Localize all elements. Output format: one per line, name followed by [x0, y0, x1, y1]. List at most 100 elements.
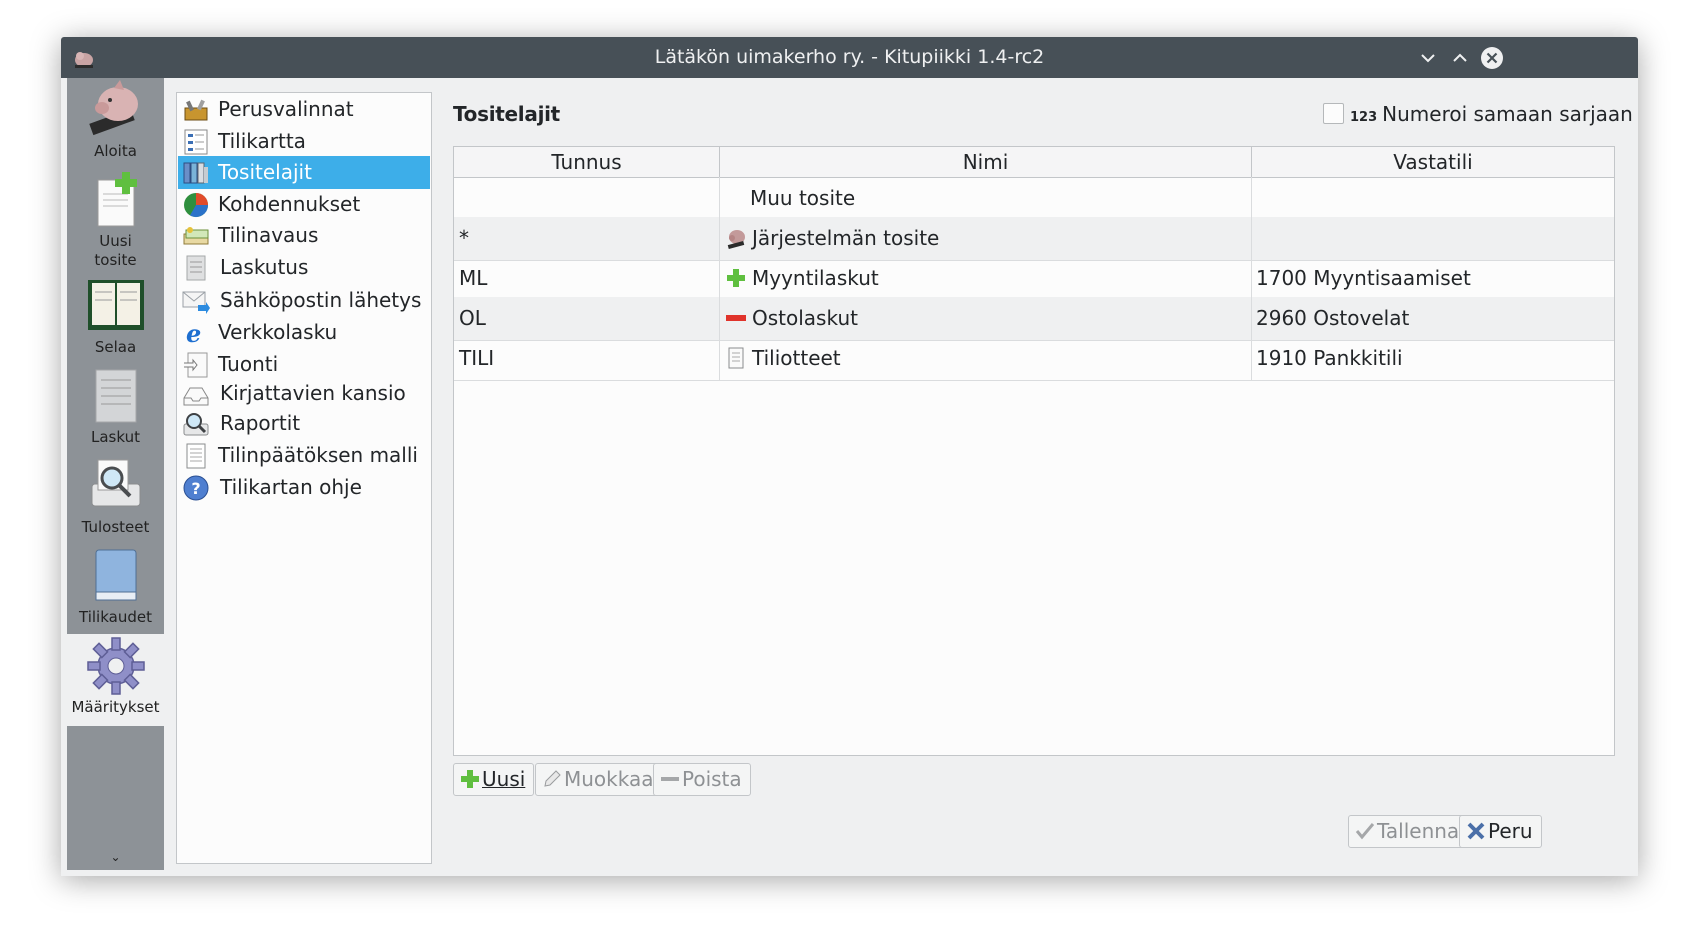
cell-tunnus: OL [454, 297, 720, 340]
nav-item-verkkolasku[interactable]: e Verkkolasku [178, 316, 430, 349]
e-invoice-icon: e [186, 319, 201, 347]
nav-item-tilikartta[interactable]: Tilikartta [178, 125, 430, 158]
cell-nimi-text: Tiliotteet [752, 346, 841, 370]
cell-nimi: Ostolaskut [720, 297, 1252, 340]
money-icon [183, 227, 209, 245]
column-header-tunnus[interactable]: Tunnus [454, 147, 720, 177]
piggy-icon [727, 230, 745, 249]
cell-nimi: Muu tosite [720, 177, 1252, 220]
sidebar-label-maaritykset: Määritykset [71, 698, 160, 716]
nav-item-perusvalinnat[interactable]: Perusvalinnat [178, 93, 430, 126]
column-header-nimi[interactable]: Nimi [720, 147, 1252, 177]
cell-nimi: Järjestelmän tosite [720, 217, 1252, 260]
title-bar[interactable]: Lätäkön uimakerho ry. - Kitupiikki 1.4-r… [61, 37, 1638, 78]
close-button[interactable] [1479, 45, 1505, 71]
nav-label: Sähköpostin lähetys [220, 288, 422, 312]
sidebar-label-selaa: Selaa [94, 338, 137, 356]
app-window: Lätäkön uimakerho ry. - Kitupiikki 1.4-r… [61, 37, 1638, 876]
edit-button[interactable]: Muokkaa [535, 763, 663, 796]
svg-text:e: e [186, 319, 201, 347]
sidebar-item-aloita[interactable]: Aloita [67, 78, 164, 168]
page-title: Tositelajit [453, 102, 560, 126]
main-sidebar: Aloita Uusi tosite Selaa Laskut Tulostee… [67, 78, 164, 870]
cell-vastatili [1252, 217, 1614, 260]
nav-item-sahkopostin-lahetys[interactable]: Sähköpostin lähetys [178, 284, 430, 317]
table-row[interactable]: OL Ostolaskut 2960 Ostovelat [454, 297, 1614, 341]
cancel-button-label: Peru [1488, 819, 1533, 843]
nav-label: Tilikartan ohje [220, 475, 362, 499]
nav-label: Kirjattavien kansio [220, 381, 406, 405]
sidebar-item-laskut[interactable]: Laskut [67, 364, 164, 454]
chevron-down-icon [1421, 54, 1435, 63]
nav-item-tilinpaatoksen-malli[interactable]: Tilinpäätöksen malli [178, 439, 430, 472]
cell-vastatili [1252, 177, 1614, 220]
document-icon [186, 443, 206, 469]
nav-item-tilinavaus[interactable]: Tilinavaus [178, 219, 430, 252]
table-row[interactable]: * Järjestelmän tosite [454, 217, 1614, 261]
nav-label: Perusvalinnat [218, 97, 354, 121]
gear-icon [86, 637, 145, 695]
nav-label: Tilinpäätöksen malli [218, 443, 418, 467]
sidebar-more-button[interactable]: ⌄ [67, 850, 164, 864]
nav-item-kirjattavien-kansio[interactable]: Kirjattavien kansio [178, 377, 430, 410]
nav-item-kohdennukset[interactable]: Kohdennukset [178, 188, 430, 221]
report-icon [183, 413, 209, 436]
account-chart-icon [184, 129, 208, 155]
invoice-icon [186, 255, 206, 281]
book-icon [95, 549, 136, 601]
settings-nav-list: Perusvalinnat Tilikartta Tositelajit Koh… [176, 92, 432, 864]
cell-vastatili: 2960 Ostovelat [1256, 306, 1410, 330]
nav-label: Verkkolasku [218, 320, 338, 344]
cancel-button[interactable]: Peru [1459, 815, 1542, 848]
sidebar-item-selaa[interactable]: Selaa [67, 274, 164, 364]
checkmark-icon [1355, 823, 1375, 840]
cell-nimi-text: Järjestelmän tosite [752, 226, 940, 250]
nav-label: Tositelajit [218, 160, 312, 184]
nav-item-raportit[interactable]: Raportit [178, 407, 430, 440]
cell-tunnus [454, 177, 720, 220]
piggy-bank-icon [88, 80, 138, 136]
sidebar-item-tulosteet[interactable]: Tulosteet [67, 454, 164, 544]
nav-item-tositelajit[interactable]: Tositelajit [178, 156, 430, 189]
nav-label: Kohdennukset [218, 192, 361, 216]
sidebar-item-maaritykset[interactable]: Määritykset [67, 634, 164, 726]
edit-button-label: Muokkaa [564, 767, 654, 791]
numeroi-checkbox[interactable]: 123 Numeroi samaan sarjaan [1323, 99, 1633, 129]
nav-item-laskutus[interactable]: Laskutus [178, 251, 430, 284]
checkbox-box[interactable] [1323, 103, 1344, 124]
delete-button[interactable]: Poista [653, 763, 751, 796]
maximize-button[interactable] [1447, 45, 1473, 71]
statement-icon [728, 347, 744, 369]
window-title: Lätäkön uimakerho ry. - Kitupiikki 1.4-r… [654, 46, 1045, 68]
numbering-123-icon: 123 [1350, 110, 1378, 125]
cell-nimi-text: Muu tosite [750, 186, 856, 210]
save-button[interactable]: Tallenna [1348, 815, 1469, 848]
minus-icon [661, 777, 679, 781]
sidebar-item-tilikaudet[interactable]: Tilikaudet [67, 544, 164, 634]
delete-button-label: Poista [682, 767, 742, 791]
mail-send-icon [182, 291, 210, 314]
minus-icon [726, 315, 746, 321]
nav-item-tilikartan-ohje[interactable]: ? Tilikartan ohje [178, 471, 430, 504]
new-button[interactable]: Uusi [453, 763, 535, 796]
sidebar-label-uusi-tosite: Uusi tosite [94, 232, 137, 269]
help-icon: ? [183, 475, 209, 501]
import-icon [184, 352, 208, 378]
cell-nimi: Tiliotteet [720, 337, 1252, 380]
table-row[interactable]: Muu tosite [454, 177, 1614, 221]
nav-label: Laskutus [220, 255, 309, 279]
sidebar-label-tilikaudet: Tilikaudet [79, 608, 152, 626]
voucher-types-table[interactable]: Tunnus Nimi Vastatili Muu tosite * Järje… [453, 146, 1615, 756]
minimize-button[interactable] [1415, 45, 1441, 71]
sidebar-item-uusi-tosite[interactable]: Uusi tosite [67, 168, 164, 269]
cancel-x-icon [1467, 822, 1485, 840]
table-row[interactable]: ML Myyntilaskut 1700 Myyntisaamiset [454, 257, 1614, 301]
svg-text:?: ? [191, 479, 200, 498]
toolbox-icon [184, 99, 208, 121]
ledger-book-icon [87, 280, 144, 330]
column-header-vastatili[interactable]: Vastatili [1252, 147, 1614, 177]
cell-nimi-text: Myyntilaskut [752, 266, 879, 290]
table-header: Tunnus Nimi Vastatili [454, 147, 1614, 178]
pencil-icon [544, 770, 561, 787]
table-row[interactable]: TILI Tiliotteet 1910 Pankkitili [454, 337, 1614, 381]
